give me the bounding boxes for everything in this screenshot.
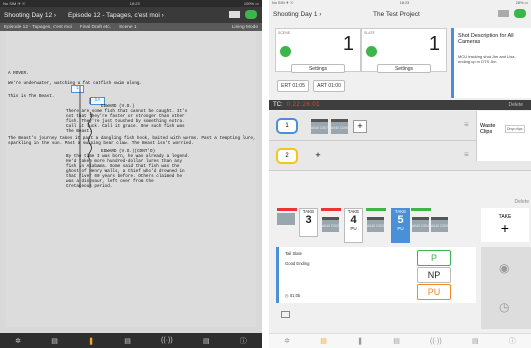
info-icon[interactable]: ⓘ <box>240 336 247 346</box>
shot-description-panel[interactable]: Shot Description for All Cameras MCU tra… <box>451 28 531 98</box>
lining-squiggle <box>88 98 92 188</box>
list-icon[interactable]: ▤ <box>51 337 58 345</box>
cloud-icon[interactable] <box>245 10 257 19</box>
note-good-ending[interactable]: Good Ending <box>285 261 309 266</box>
crumb-draft[interactable]: Final Draft etc. <box>80 25 111 30</box>
screen-icon[interactable] <box>498 10 509 17</box>
clip-thumb[interactable]: A040 C007 <box>311 119 328 134</box>
take-color-bar <box>411 208 431 211</box>
carrier: No SIM ✈ ☉ <box>3 1 26 6</box>
script-icon[interactable]: ❚ <box>88 337 94 345</box>
script-ipad-screen: No SIM ✈ ☉ 18:23 100% ▭ Shooting Day 12 … <box>0 0 262 348</box>
timecode-bar: TC: 0:22:26:01 Delete <box>269 100 531 110</box>
script-icon[interactable]: ❚ <box>357 337 363 345</box>
scene-label: SCENE <box>278 31 291 35</box>
clip-thumb[interactable]: A040 C003 <box>367 217 384 232</box>
export-icon[interactable]: ▤ <box>472 337 479 345</box>
settings-icon[interactable]: ✲ <box>284 337 290 345</box>
take-card-selected[interactable]: TAKE 5 PU <box>391 208 410 243</box>
camera-icon[interactable]: 2 <box>276 148 298 164</box>
export-icon[interactable]: ▤ <box>203 337 210 345</box>
art-button[interactable]: ART 01:00 <box>313 80 345 92</box>
ert-button[interactable]: ERT 01:05 <box>277 80 309 92</box>
back-button[interactable]: Shooting Day 12 › <box>4 12 56 19</box>
side-actions: ◉ ◷ <box>481 247 531 329</box>
screen-icon[interactable] <box>229 11 240 18</box>
add-take-button[interactable]: TAKE + <box>481 208 529 242</box>
shot-log-ipad-screen: No SIM ✈ ☉ 18:23 28% ▭ Shooting Day 1 › … <box>269 0 531 348</box>
take-color-bar <box>366 208 386 211</box>
clip-thumb[interactable]: A040 C002 <box>322 217 339 232</box>
tab-bar: ✲ ▤ ❚ ▤ ((·)) ▤ ⓘ <box>0 333 262 348</box>
no-print-button[interactable]: NP <box>417 267 451 283</box>
tc-label: TC: <box>273 102 283 108</box>
print-button[interactable]: P <box>417 250 451 266</box>
slate-label: SLATE <box>364 31 375 35</box>
drag-handle-icon[interactable]: ≡ <box>464 120 469 129</box>
clip-thumb[interactable]: A040 C005 <box>431 217 448 232</box>
take-duration: ◷ 01:0b <box>285 293 301 298</box>
page-title: The Test Project <box>373 10 420 18</box>
page-title[interactable]: Episode 12 - Tapages, c'est moi › <box>68 12 164 19</box>
slate-settings-button[interactable]: Settings <box>377 64 431 73</box>
crumb-mode[interactable]: Lining Mode <box>232 25 258 30</box>
camera-snap-icon[interactable] <box>281 311 290 318</box>
back-button[interactable]: Shooting Day 1 › <box>273 11 321 18</box>
timer-icon[interactable]: ◷ <box>499 300 509 314</box>
eye-icon[interactable]: ◉ <box>499 261 509 275</box>
status-bar: No SIM ✈ ☉ 18:23 100% ▭ <box>0 0 262 7</box>
lining-marks <box>79 86 92 188</box>
delete-button[interactable]: Delete <box>509 102 523 108</box>
take-color-bar <box>277 208 297 211</box>
report-icon[interactable]: ▤ <box>124 337 131 345</box>
delete-button[interactable]: Delete <box>515 199 529 205</box>
cloud-icon[interactable] <box>514 9 526 18</box>
take-card[interactable]: TAKE 3 <box>299 208 318 237</box>
scene-heading: A ROVER. <box>8 71 29 76</box>
list-icon[interactable]: ▤ <box>320 337 327 345</box>
crumb-episode[interactable]: Episode 12 - Tapages, c'est moi <box>4 25 72 30</box>
crumb-scene[interactable]: Scene 1 <box>119 25 137 30</box>
shot-description: MCU tracking shot Jim and Lisa, ending u… <box>458 54 516 64</box>
action-line: This is The Beast. <box>8 94 55 99</box>
nav-bar: Shooting Day 1 › The Test Project <box>269 6 531 22</box>
scene-number: 1 <box>342 33 354 55</box>
drag-handle-icon[interactable]: ≡ <box>464 150 469 159</box>
tail-slate-label[interactable]: Tail Slate <box>285 251 302 256</box>
breadcrumb: Episode 12 - Tapages, c'est moi Final Dr… <box>0 23 262 31</box>
report-icon[interactable]: ▤ <box>393 337 400 345</box>
status-dot <box>280 46 291 57</box>
nav-bar: Shooting Day 12 › Episode 12 - Tapages, … <box>0 7 262 23</box>
clip-thumb[interactable]: A040 C006 <box>331 119 348 134</box>
add-clip-button[interactable]: + <box>353 120 367 133</box>
shot-title: Shot Description for All Cameras <box>458 33 514 45</box>
clip-thumb[interactable]: A040 C004 <box>412 217 429 232</box>
status-dot <box>366 46 377 57</box>
clip-thumb[interactable] <box>277 213 295 225</box>
waste-label: Waste Clips <box>480 123 496 135</box>
info-icon[interactable]: ⓘ <box>509 336 516 346</box>
take-card[interactable]: TAKE 4 PU <box>344 208 363 243</box>
clock: 18:23 <box>129 1 140 6</box>
scene-settings-button[interactable]: Settings <box>291 64 345 73</box>
broadcast-icon[interactable]: ((·)) <box>161 337 173 344</box>
waste-clips-panel[interactable]: Waste Clips Drop clips <box>476 111 531 161</box>
tab-bar: ✲ ▤ ❚ ▤ ((·)) ▤ ⓘ <box>269 333 531 348</box>
script-page[interactable]: A ROVER. We're underwater, watching a fa… <box>6 31 256 327</box>
drop-clips-icon: Drop clips <box>505 125 525 133</box>
add-clip-button[interactable]: + <box>311 150 325 163</box>
take-color-bar <box>321 208 341 211</box>
camera-icon[interactable]: 1 <box>276 118 298 134</box>
pickup-button[interactable]: PU <box>417 284 451 300</box>
broadcast-icon[interactable]: ((·)) <box>430 338 442 345</box>
battery: 100% ▭ <box>243 1 259 6</box>
settings-icon[interactable]: ✲ <box>15 337 21 345</box>
slate-number: 1 <box>428 33 440 55</box>
timecode: 0:22:26:01 <box>286 102 321 108</box>
